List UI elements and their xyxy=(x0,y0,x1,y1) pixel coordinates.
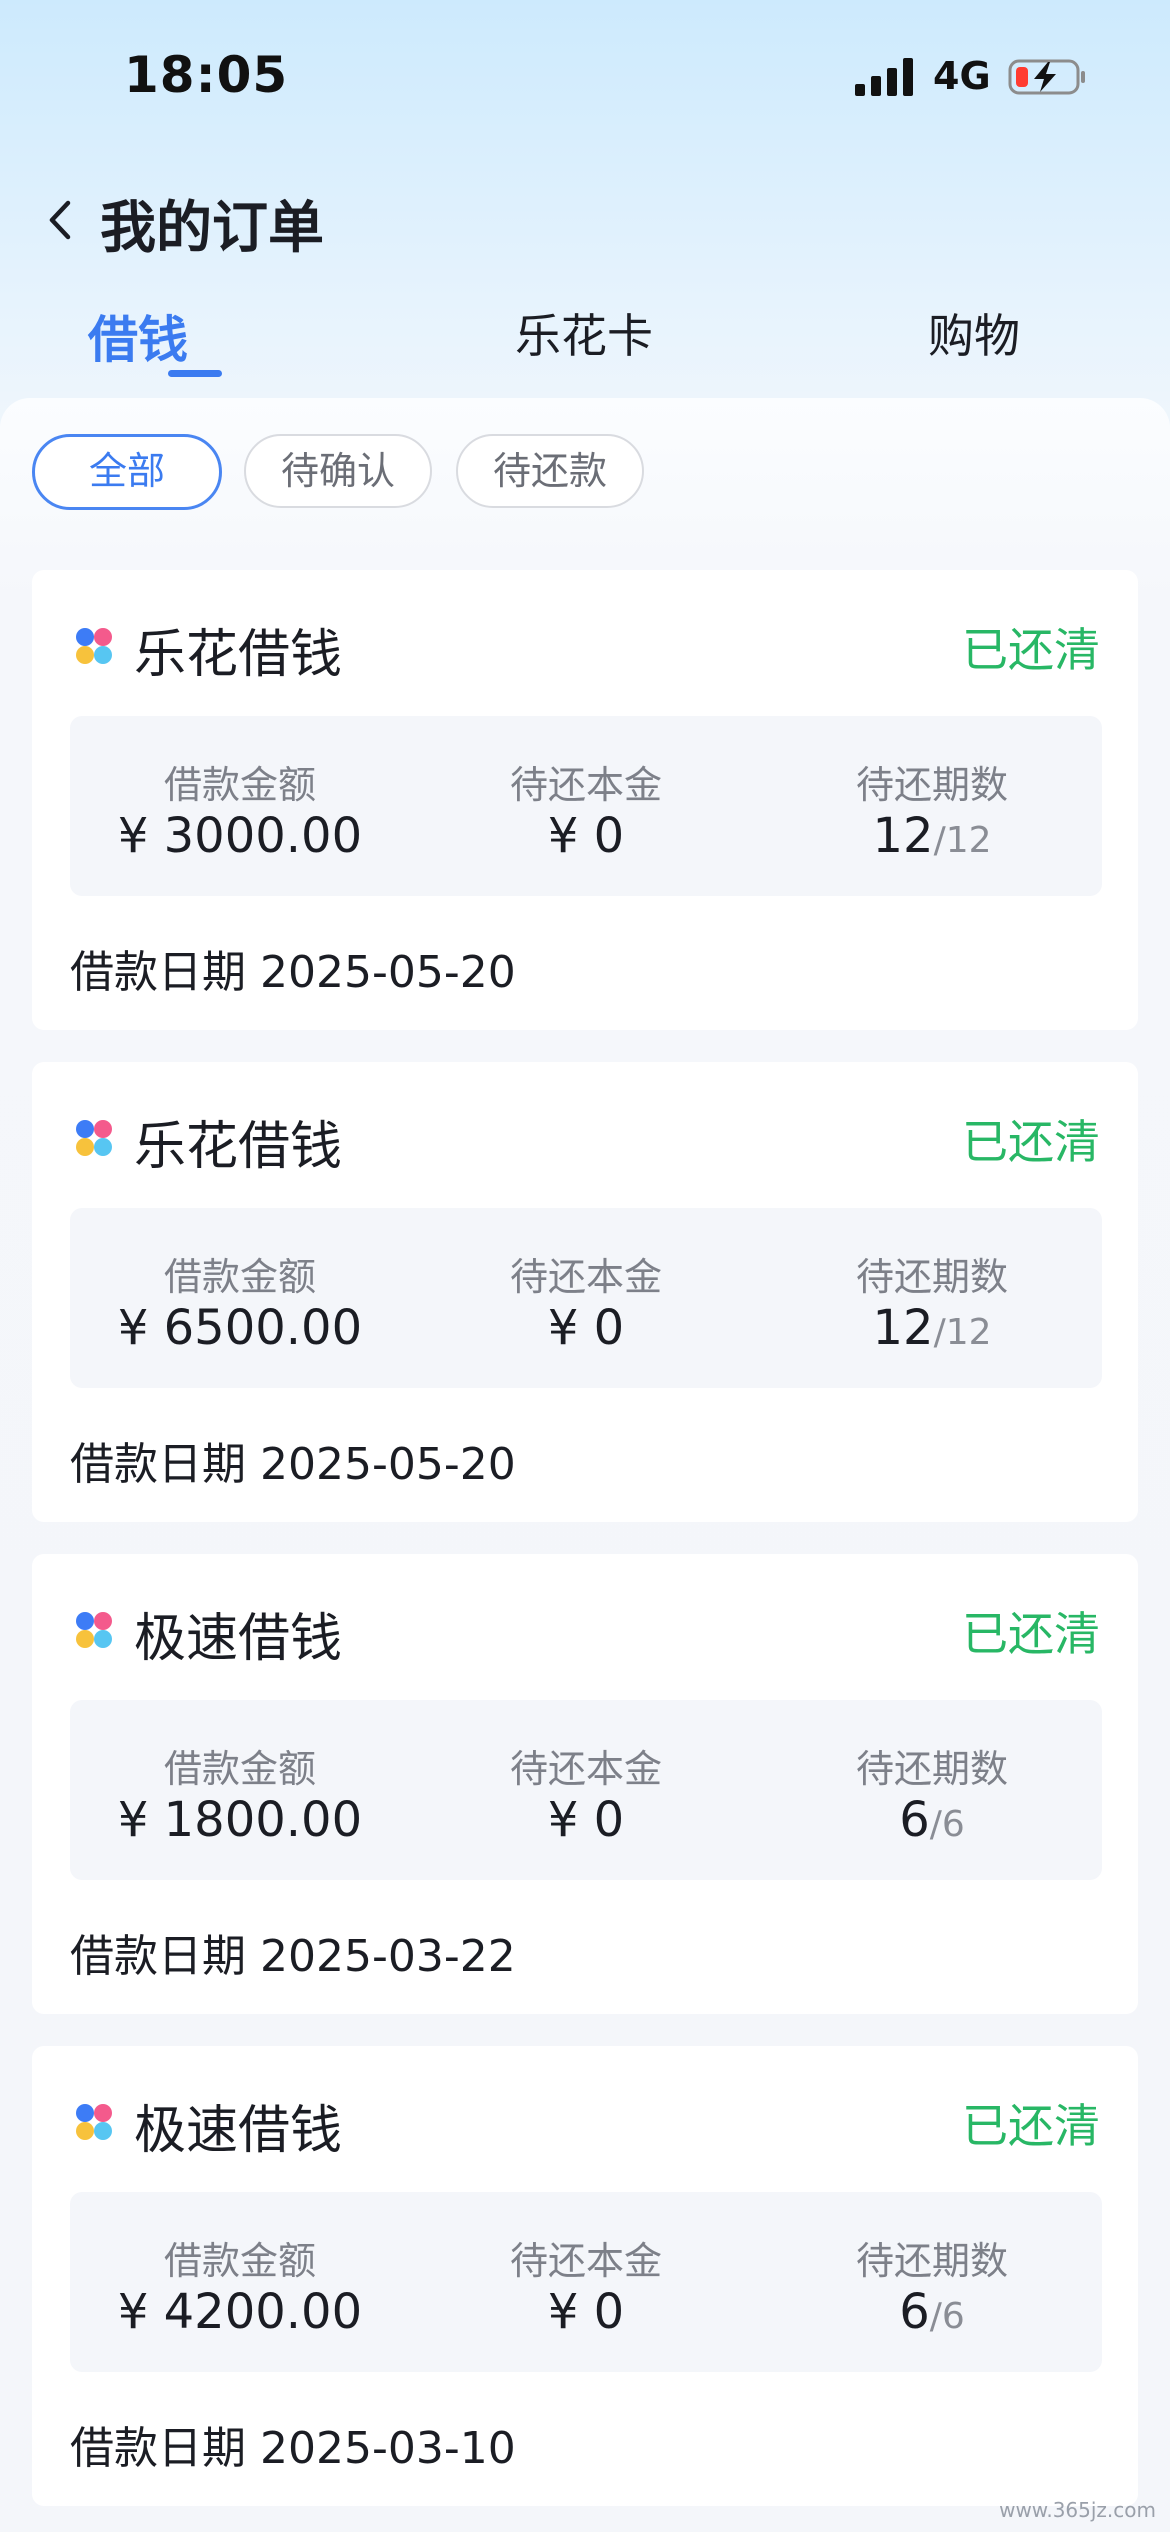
metric-label: 待还期数 xyxy=(855,1255,1008,1299)
metric-principal: 待还本金 ¥ 0 xyxy=(416,1738,756,1848)
order-product-name: 乐花借钱 xyxy=(134,1117,343,1177)
order-product-name: 极速借钱 xyxy=(134,2101,343,2161)
order-status: 已还清 xyxy=(962,1607,1100,1661)
metric-label: 待还期数 xyxy=(855,1747,1008,1791)
metric-label: 待还期数 xyxy=(855,2239,1008,2283)
order-product-name: 乐花借钱 xyxy=(134,625,343,685)
metric-label: 待还本金 xyxy=(509,1255,662,1299)
date-value: 2025-05-20 xyxy=(260,947,516,998)
clover-logo-icon xyxy=(76,1120,112,1156)
metric-principal: 待还本金 ¥ 0 xyxy=(416,2230,756,2340)
active-tab-indicator xyxy=(168,370,222,377)
periods-done: 6 xyxy=(899,2284,930,2340)
date-value: 2025-05-20 xyxy=(260,1439,516,1490)
order-card[interactable]: 乐花借钱 已还清 借款金额 ¥ 6500.00 待还本金 ¥ 0 待还期数 12… xyxy=(32,1062,1138,1522)
metric-value: ¥ 6500.00 xyxy=(117,1300,363,1356)
metric-periods: 待还期数 12/12 xyxy=(762,1246,1102,1356)
clover-logo-icon xyxy=(76,2104,112,2140)
metric-label: 借款金额 xyxy=(163,1747,316,1791)
date-label: 借款日期 xyxy=(70,947,246,998)
order-summary-box: 借款金额 ¥ 4200.00 待还本金 ¥ 0 待还期数 6/6 xyxy=(70,2192,1102,2372)
metric-value: 6/6 xyxy=(762,1792,1102,1848)
periods-total: /6 xyxy=(929,1804,965,1845)
signal-icon xyxy=(855,58,915,96)
metric-value: ¥ 1800.00 xyxy=(117,1792,363,1848)
battery-charging-icon xyxy=(1008,59,1085,95)
order-status: 已还清 xyxy=(962,1115,1100,1169)
periods-total: /12 xyxy=(933,820,992,861)
filter-chip-pending-repay[interactable]: 待还款 xyxy=(456,434,644,508)
metric-amount: 借款金额 ¥ 3000.00 xyxy=(70,754,410,864)
metric-value: 12/12 xyxy=(762,1300,1102,1356)
metric-value: 6/6 xyxy=(762,2284,1102,2340)
order-date: 借款日期 2025-03-10 xyxy=(70,2412,516,2476)
metric-label: 借款金额 xyxy=(163,2239,316,2283)
metric-principal: 待还本金 ¥ 0 xyxy=(416,1246,756,1356)
order-card[interactable]: 极速借钱 已还清 借款金额 ¥ 4200.00 待还本金 ¥ 0 待还期数 6/… xyxy=(32,2046,1138,2506)
order-summary-box: 借款金额 ¥ 1800.00 待还本金 ¥ 0 待还期数 6/6 xyxy=(70,1700,1102,1880)
metric-value: ¥ 0 xyxy=(547,808,625,864)
chevron-left-icon[interactable] xyxy=(42,197,78,243)
page-title: 我的订单 xyxy=(100,196,324,261)
metric-periods: 待还期数 6/6 xyxy=(762,2230,1102,2340)
metric-label: 借款金额 xyxy=(163,1255,316,1299)
metric-label: 待还本金 xyxy=(509,763,662,807)
metric-value: ¥ 0 xyxy=(547,2284,625,2340)
metric-periods: 待还期数 12/12 xyxy=(762,754,1102,864)
orders-sheet: 全部 待确认 待还款 乐花借钱 已还清 借款金额 ¥ 3000.00 待还本金 … xyxy=(0,398,1170,2532)
date-value: 2025-03-10 xyxy=(260,2423,516,2474)
metric-periods: 待还期数 6/6 xyxy=(762,1738,1102,1848)
periods-done: 6 xyxy=(899,1792,930,1848)
order-summary-box: 借款金额 ¥ 3000.00 待还本金 ¥ 0 待还期数 12/12 xyxy=(70,716,1102,896)
metric-label: 待还本金 xyxy=(509,2239,662,2283)
order-date: 借款日期 2025-03-22 xyxy=(70,1920,516,1984)
order-type-tabs: 借钱 乐花卡 购物 xyxy=(0,290,1170,390)
metric-principal: 待还本金 ¥ 0 xyxy=(416,754,756,864)
order-card[interactable]: 乐花借钱 已还清 借款金额 ¥ 3000.00 待还本金 ¥ 0 待还期数 12… xyxy=(32,570,1138,1030)
metric-value: ¥ 4200.00 xyxy=(117,2284,363,2340)
metric-amount: 借款金额 ¥ 6500.00 xyxy=(70,1246,410,1356)
network-type: 4G xyxy=(933,54,991,98)
periods-total: /6 xyxy=(929,2296,965,2337)
date-value: 2025-03-22 xyxy=(260,1931,516,1982)
date-label: 借款日期 xyxy=(70,2423,246,2474)
order-status: 已还清 xyxy=(962,2099,1100,2153)
order-date: 借款日期 2025-05-20 xyxy=(70,1428,516,1492)
metric-value: ¥ 0 xyxy=(547,1300,625,1356)
order-card[interactable]: 极速借钱 已还清 借款金额 ¥ 1800.00 待还本金 ¥ 0 待还期数 6/… xyxy=(32,1554,1138,2014)
metric-value: 12/12 xyxy=(762,808,1102,864)
periods-done: 12 xyxy=(872,808,934,864)
date-label: 借款日期 xyxy=(70,1439,246,1490)
periods-total: /12 xyxy=(933,1312,992,1353)
periods-done: 12 xyxy=(872,1300,934,1356)
metric-amount: 借款金额 ¥ 4200.00 xyxy=(70,2230,410,2340)
order-date: 借款日期 2025-05-20 xyxy=(70,936,516,1000)
date-label: 借款日期 xyxy=(70,1931,246,1982)
clover-logo-icon xyxy=(76,628,112,664)
metric-value: ¥ 3000.00 xyxy=(117,808,363,864)
tab-borrow[interactable]: 借钱 xyxy=(28,300,248,372)
status-time: 18:05 xyxy=(124,46,289,104)
status-bar: 18:05 4G xyxy=(0,0,1170,150)
metric-label: 待还本金 xyxy=(509,1747,662,1791)
filter-chip-pending-confirm[interactable]: 待确认 xyxy=(244,434,432,508)
clover-logo-icon xyxy=(76,1612,112,1648)
metric-value: ¥ 0 xyxy=(547,1792,625,1848)
metric-label: 借款金额 xyxy=(163,763,316,807)
order-summary-box: 借款金额 ¥ 6500.00 待还本金 ¥ 0 待还期数 12/12 xyxy=(70,1208,1102,1388)
tab-lehua-card[interactable]: 乐花卡 xyxy=(474,300,694,366)
metric-label: 待还期数 xyxy=(855,763,1008,807)
order-product-name: 极速借钱 xyxy=(134,1609,343,1669)
order-status: 已还清 xyxy=(962,623,1100,677)
tab-shopping[interactable]: 购物 xyxy=(864,300,1084,366)
filter-chip-all[interactable]: 全部 xyxy=(32,434,222,510)
watermark: www.365jz.com xyxy=(999,2498,1156,2522)
metric-amount: 借款金额 ¥ 1800.00 xyxy=(70,1738,410,1848)
page-header: 我的订单 xyxy=(0,175,1170,265)
